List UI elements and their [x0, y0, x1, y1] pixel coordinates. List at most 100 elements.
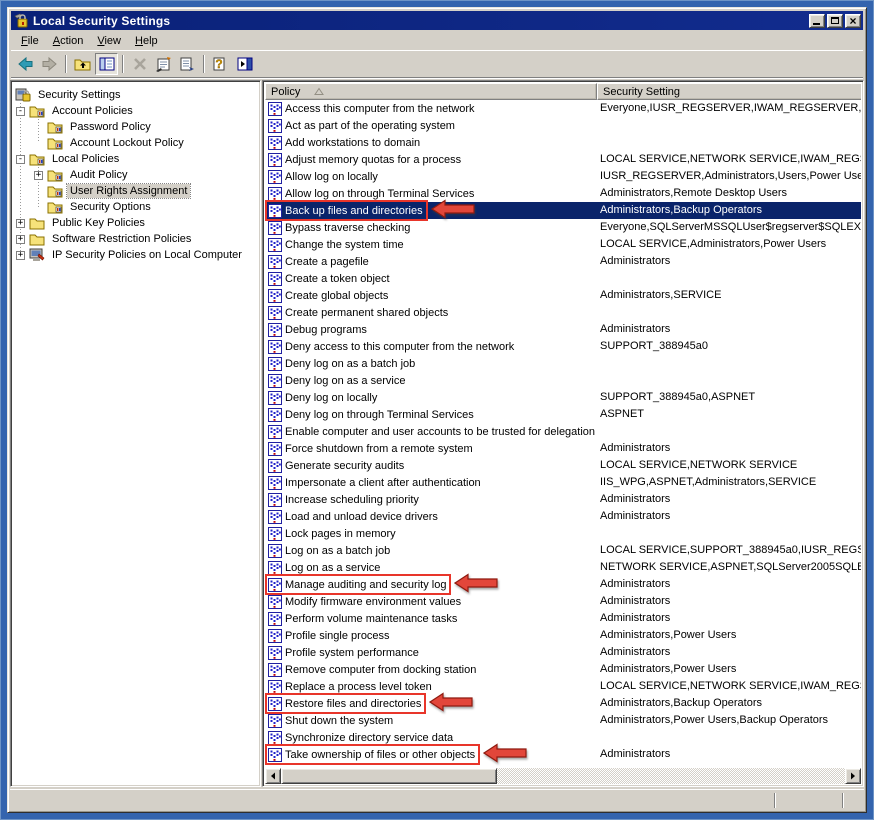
policy-row[interactable]: Act as part of the operating system — [265, 117, 861, 134]
scrollbar-thumb[interactable] — [281, 768, 497, 784]
policy-row[interactable]: Force shutdown from a remote system Admi… — [265, 440, 861, 457]
policy-label: Allow log on locally — [285, 171, 378, 183]
policy-row[interactable]: Create permanent shared objects — [265, 304, 861, 321]
policy-row[interactable]: Deny log on as a batch job — [265, 355, 861, 372]
tree-item-label: Security Settings — [35, 88, 124, 102]
tree-item-label: Account Lockout Policy — [67, 136, 187, 150]
tree-item-password-policy[interactable]: Password Policy — [13, 119, 258, 135]
tree-expander[interactable]: + — [16, 219, 25, 228]
back-button[interactable] — [14, 53, 37, 75]
policy-icon — [268, 663, 282, 677]
policy-row[interactable]: Deny access to this computer from the ne… — [265, 338, 861, 355]
policy-row[interactable]: Impersonate a client after authenticatio… — [265, 474, 861, 491]
tree-item-account-policies[interactable]: - — [13, 103, 258, 119]
policy-row[interactable]: Load and unload device drivers Administr… — [265, 508, 861, 525]
policy-row[interactable]: Bypass traverse checking Everyone,SQLSer… — [265, 219, 861, 236]
help-button[interactable]: ? — [209, 53, 232, 75]
policy-label: Impersonate a client after authenticatio… — [285, 477, 481, 489]
policy-icon — [268, 119, 282, 133]
maximize-button[interactable] — [827, 14, 843, 28]
tree-expander[interactable]: + — [34, 171, 43, 180]
policy-row[interactable]: Back up files and directories Administra… — [265, 202, 861, 219]
tree-expander[interactable]: - — [16, 155, 25, 164]
tree-expander[interactable]: + — [16, 251, 25, 260]
tree-item-local-policies[interactable]: - — [13, 151, 258, 167]
tree-item-account-lockout-policy[interactable]: Account Lockout Policy — [13, 135, 258, 151]
properties-button[interactable] — [152, 53, 175, 75]
policy-name-box: Profile single process — [267, 627, 393, 644]
policy-row[interactable]: Add workstations to domain — [265, 134, 861, 151]
policy-name-box: Increase scheduling priority — [267, 491, 422, 508]
policy-name-box: Deny log on as a batch job — [267, 355, 418, 372]
up-one-level-button[interactable] — [71, 53, 94, 75]
scroll-right-button[interactable] — [845, 768, 861, 784]
policy-row[interactable]: Perform volume maintenance tasks Adminis… — [265, 610, 861, 627]
security-setting-value: Administrators,Power Users,Backup Operat… — [597, 712, 861, 729]
tree-item-public-key-policies[interactable]: + — [13, 215, 258, 231]
policy-row[interactable]: Create global objects Administrators,SER… — [265, 287, 861, 304]
tree-expander[interactable]: - — [16, 107, 25, 116]
policy-row[interactable]: Shut down the system Administrators,Powe… — [265, 712, 861, 729]
policy-row[interactable]: Create a token object — [265, 270, 861, 287]
console-tree: Security Settings - — [13, 83, 258, 784]
tree-item-ip-security-policies-on-local-computer[interactable]: + — [13, 247, 258, 263]
show-hide-console-tree-button[interactable] — [95, 53, 118, 75]
red-arrow-annotation — [483, 743, 527, 766]
local-security-settings-window: Local Security Settings × FileActionView… — [7, 7, 867, 813]
policy-row[interactable]: Restore files and directories Administra… — [265, 695, 861, 712]
tree-item-security-settings[interactable]: Security Settings — [13, 87, 258, 103]
column-header-security-setting[interactable]: Security Setting — [597, 83, 861, 100]
security-setting-value: IUSR_REGSERVER,Administrators,Users,Powe… — [597, 168, 861, 185]
security-setting-value: Administrators — [597, 508, 861, 525]
menu-item-action[interactable]: Action — [46, 33, 91, 49]
policy-name-box: Load and unload device drivers — [267, 508, 441, 525]
policy-row[interactable]: Increase scheduling priority Administrat… — [265, 491, 861, 508]
policy-row[interactable]: Create a pagefile Administrators — [265, 253, 861, 270]
policy-row[interactable]: Adjust memory quotas for a process LOCAL… — [265, 151, 861, 168]
desktop-frame: Local Security Settings × FileActionView… — [0, 0, 874, 820]
horizontal-scrollbar[interactable] — [265, 768, 861, 784]
policy-row[interactable]: Deny log on as a service — [265, 372, 861, 389]
column-header-policy[interactable]: Policy — [265, 83, 597, 100]
policy-label: Back up files and directories — [285, 205, 423, 217]
tree-item-security-options[interactable]: Security Options — [13, 199, 258, 215]
minimize-button[interactable] — [809, 14, 825, 28]
policy-row[interactable]: Access this computer from the network Ev… — [265, 100, 861, 117]
policy-icon — [268, 357, 282, 371]
policy-row[interactable]: Profile single process Administrators,Po… — [265, 627, 861, 644]
close-button[interactable]: × — [845, 14, 861, 28]
policy-row[interactable]: Enable computer and user accounts to be … — [265, 423, 861, 440]
policy-row[interactable]: Deny log on locally SUPPORT_388945a0,ASP… — [265, 389, 861, 406]
policy-row[interactable]: Change the system time LOCAL SERVICE,Adm… — [265, 236, 861, 253]
tree-item-software-restriction-policies[interactable]: + — [13, 231, 258, 247]
policy-label: Log on as a batch job — [285, 545, 390, 557]
title-bar[interactable]: Local Security Settings × — [11, 11, 863, 30]
forward-button[interactable] — [38, 53, 61, 75]
policy-row[interactable]: Lock pages in memory — [265, 525, 861, 542]
scroll-left-button[interactable] — [265, 768, 281, 784]
svg-text:?: ? — [215, 57, 222, 71]
menu-item-view[interactable]: View — [90, 33, 128, 49]
scrollbar-track[interactable] — [281, 768, 845, 784]
policy-row[interactable]: Take ownership of files or other objects… — [265, 746, 861, 763]
tree-item-audit-policy[interactable]: + — [13, 167, 258, 183]
tree-item-user-rights-assignment[interactable]: User Rights Assignment — [13, 183, 258, 199]
policy-name-box: Remove computer from docking station — [267, 661, 479, 678]
menu-item-help[interactable]: Help — [128, 33, 165, 49]
window-title: Local Security Settings — [33, 14, 809, 28]
policy-row[interactable]: Remove computer from docking station Adm… — [265, 661, 861, 678]
policy-row[interactable]: Deny log on through Terminal Services AS… — [265, 406, 861, 423]
export-list-button[interactable] — [176, 53, 199, 75]
policy-row[interactable]: Generate security audits LOCAL SERVICE,N… — [265, 457, 861, 474]
new-window-button[interactable] — [233, 53, 256, 75]
policy-row[interactable]: Modify firmware environment values Admin… — [265, 593, 861, 610]
policy-row[interactable]: Allow log on locally IUSR_REGSERVER,Admi… — [265, 168, 861, 185]
policy-row[interactable]: Profile system performance Administrator… — [265, 644, 861, 661]
menu-item-file[interactable]: File — [14, 33, 46, 49]
policy-row[interactable]: Manage auditing and security log Adminis… — [265, 576, 861, 593]
policy-folder-icon — [47, 168, 63, 182]
policy-icon — [268, 170, 282, 184]
policy-row[interactable]: Log on as a batch job LOCAL SERVICE,SUPP… — [265, 542, 861, 559]
tree-expander[interactable]: + — [16, 235, 25, 244]
policy-row[interactable]: Debug programs Administrators — [265, 321, 861, 338]
